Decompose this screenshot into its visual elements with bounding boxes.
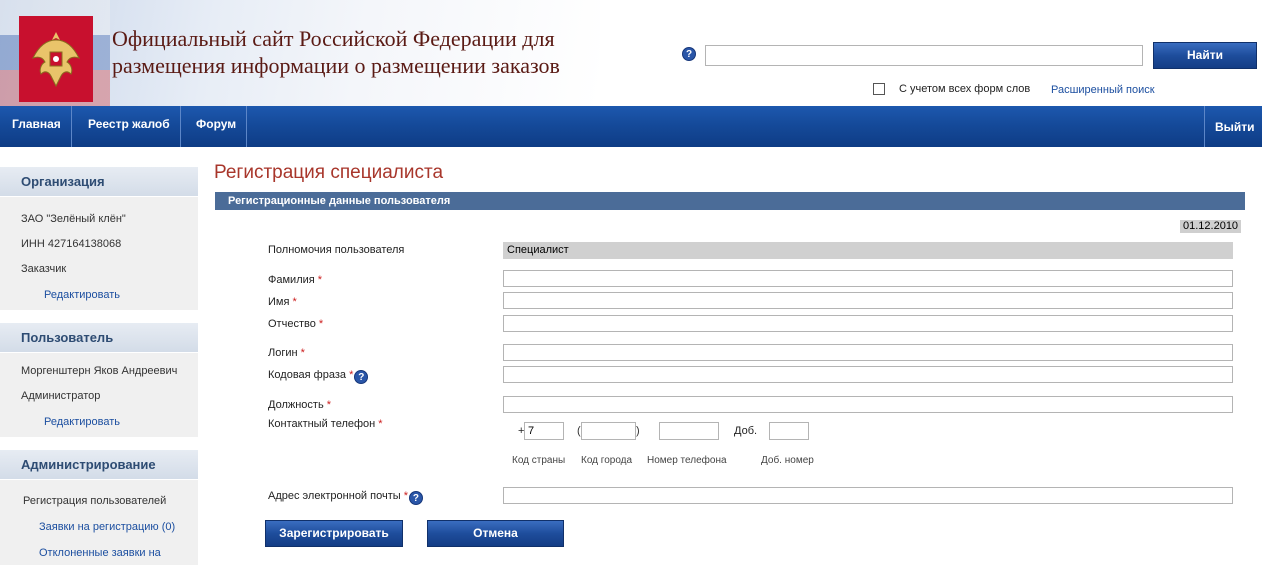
phone-paren-close: ) (636, 425, 640, 437)
hint-city-code: Код города (581, 455, 633, 466)
organization-role: Заказчик (21, 263, 67, 275)
position-label: Должность * (268, 399, 331, 411)
hint-country-code: Код страны (512, 455, 566, 466)
page: Официальный сайт Российской Федерации дл… (0, 0, 1262, 565)
site-title[interactable]: Официальный сайт Российской Федерации дл… (112, 25, 632, 79)
authority-value: Специалист (503, 242, 1233, 259)
user-edit-link[interactable]: Редактировать (0, 409, 198, 437)
phone-label-text: Контактный телефон (268, 418, 376, 430)
required-mark: * (318, 318, 324, 330)
wordforms-label: С учетом всех форм слов (899, 83, 1031, 95)
hint-phone-number: Номер телефона (647, 455, 727, 466)
patronymic-label: Отчество * (268, 318, 323, 330)
site-title-line1: Официальный сайт Российской Федерации дл… (112, 26, 555, 51)
current-date: 01.12.2010 (1180, 220, 1242, 233)
site-header: Официальный сайт Российской Федерации дл… (0, 0, 1262, 106)
organization-name: ЗАО "Зелёный клён" (21, 213, 126, 225)
lastname-label-text: Фамилия (268, 274, 315, 286)
administration-heading: Администрирование (0, 450, 198, 480)
patronymic-label-text: Отчество (268, 318, 316, 330)
search-help-icon[interactable]: ? (682, 47, 696, 61)
patronymic-field[interactable] (503, 315, 1233, 332)
wordforms-option: С учетом всех форм слов (873, 83, 1030, 95)
page-title: Регистрация специалиста (214, 162, 444, 183)
rejected-applications-link[interactable]: Отклоненные заявки на (0, 540, 198, 565)
phone-city-code-field[interactable] (581, 422, 636, 440)
phone-label: Контактный телефон * (268, 418, 383, 430)
search-button[interactable]: Найти (1153, 42, 1257, 69)
cancel-button[interactable]: Отмена (427, 520, 564, 547)
required-mark: * (292, 296, 297, 308)
required-mark: * (403, 490, 408, 502)
position-field[interactable] (503, 396, 1233, 413)
phone-ext-field[interactable] (769, 422, 809, 440)
nav-forum[interactable]: Форум (186, 106, 248, 147)
position-label-text: Должность (268, 399, 324, 411)
register-button[interactable]: Зарегистрировать (265, 520, 403, 547)
nav-home[interactable]: Главная (2, 106, 72, 147)
lastname-field[interactable] (503, 270, 1233, 287)
phone-country-code-field[interactable] (524, 422, 564, 440)
site-title-line2: размещения информации о размещении заказ… (112, 53, 560, 78)
organization-edit-link[interactable]: Редактировать (0, 282, 198, 310)
phone-number-field[interactable] (659, 422, 719, 440)
email-help-icon[interactable]: ? (408, 491, 423, 505)
codephrase-help-icon[interactable]: ? (354, 370, 369, 384)
phone-ext-label: Доб. (734, 425, 758, 437)
sidebar: Организация ЗАО "Зелёный клён" ИНН 42716… (0, 167, 198, 565)
required-mark: * (300, 347, 305, 359)
user-panel: Пользователь Моргенштерн Яков Андреевич … (0, 323, 198, 437)
authority-label: Полномочия пользователя (268, 244, 405, 256)
email-field[interactable] (503, 487, 1233, 504)
firstname-label: Имя * (268, 296, 297, 308)
coat-of-arms-logo[interactable] (19, 16, 93, 102)
user-registration-item[interactable]: Регистрация пользователей (0, 488, 198, 514)
firstname-field[interactable] (503, 292, 1233, 309)
codephrase-label-text: Кодовая фраза (268, 369, 346, 381)
required-mark: * (326, 399, 332, 411)
lastname-label: Фамилия * (268, 274, 322, 286)
registration-applications-link[interactable]: Заявки на регистрацию (0) (0, 514, 198, 540)
nav-complaints-registry[interactable]: Реестр жалоб (78, 106, 181, 147)
organization-heading: Организация (0, 167, 198, 197)
administration-panel: Администрирование Регистрация пользовате… (0, 450, 198, 565)
required-mark: * (378, 418, 383, 430)
advanced-search-link[interactable]: Расширенный поиск (1051, 84, 1155, 96)
login-label-text: Логин (268, 347, 298, 359)
section-header: Регистрационные данные пользователя (215, 192, 1245, 210)
wordforms-checkbox[interactable] (873, 83, 885, 95)
email-label-text: Адрес электронной почты (268, 490, 401, 502)
search-input[interactable] (705, 45, 1143, 66)
user-name: Моргенштерн Яков Андреевич (21, 365, 178, 377)
user-heading: Пользователь (0, 323, 198, 353)
required-mark: * (317, 274, 323, 286)
codephrase-field[interactable] (503, 366, 1233, 383)
required-mark: * (349, 369, 354, 381)
main-nav: Главная Реестр жалоб Форум Выйти (0, 106, 1262, 147)
login-field[interactable] (503, 344, 1233, 361)
eagle-icon (32, 32, 80, 88)
hint-ext-number: Доб. номер (761, 455, 814, 466)
codephrase-label: Кодовая фраза *? (268, 369, 369, 384)
user-role: Администратор (21, 390, 101, 402)
email-label: Адрес электронной почты *? (268, 490, 423, 505)
nav-logout[interactable]: Выйти (1204, 106, 1262, 147)
firstname-label-text: Имя (268, 296, 290, 308)
login-label: Логин * (268, 347, 305, 359)
organization-panel: Организация ЗАО "Зелёный клён" ИНН 42716… (0, 167, 198, 310)
organization-inn: ИНН 427164138068 (21, 238, 122, 250)
